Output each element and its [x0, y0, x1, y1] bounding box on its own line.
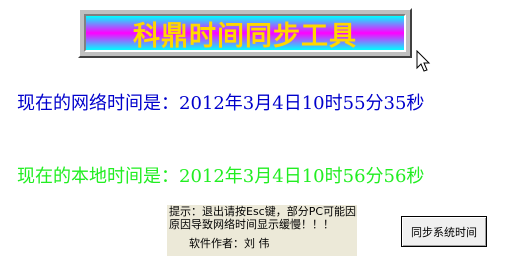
network-time-row: 现在的网络时间是：2012年3月4日10时55分35秒 — [17, 89, 424, 115]
hint-line-2: 原因导致网络时间显示缓慢！！！ — [169, 218, 334, 231]
app-title: 科鼎时间同步工具 — [133, 20, 357, 52]
local-time-row: 现在的本地时间是：2012年3月4日10时56分56秒 — [17, 162, 424, 188]
network-time-label: 现在的网络时间是： — [17, 93, 179, 114]
hint-panel: 提示：退出请按Esc键，部分PC可能因网络 原因导致网络时间显示缓慢！！！ 软件… — [167, 205, 357, 256]
title-banner: 科鼎时间同步工具 — [78, 8, 412, 58]
author-credit: 软件作者：刘 伟 — [189, 237, 270, 250]
network-time-value: 2012年3月4日10时55分35秒 — [179, 93, 425, 114]
hint-line-1: 提示：退出请按Esc键，部分PC可能因网络 — [169, 205, 357, 218]
local-time-label: 现在的本地时间是： — [17, 166, 179, 187]
title-banner-inner: 科鼎时间同步工具 — [84, 14, 406, 52]
local-time-value: 2012年3月4日10时56分56秒 — [179, 166, 425, 187]
mouse-pointer-icon — [416, 50, 431, 72]
sync-system-time-button[interactable]: 同步系统时间 — [401, 216, 487, 247]
